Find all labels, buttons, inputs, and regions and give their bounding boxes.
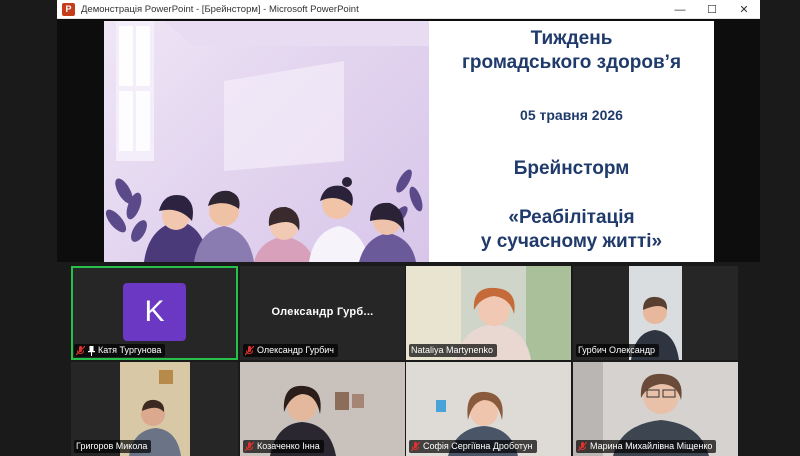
window-title: Демонстрація PowerPoint - [Брейнсторм] -…	[81, 3, 359, 15]
pin-icon	[88, 345, 95, 356]
mic-muted-icon	[245, 345, 254, 355]
slide-text-block: Тиждень громадського здоров’я 05 травня …	[429, 21, 714, 262]
window-controls: — ☐ ✕	[664, 0, 760, 19]
people-illustration	[105, 21, 429, 262]
slide-topic-line1: «Реабілітація	[508, 207, 635, 228]
participant-name: Гурбич Олександр	[578, 345, 655, 355]
participant-tile[interactable]: K Катя Тургунова	[71, 266, 238, 360]
participant-name-tag: Марина Михайлівна Міщенко	[576, 440, 717, 453]
participant-name-tag: Катя Тургунова	[74, 344, 166, 357]
slide-heading: Брейнсторм	[513, 158, 630, 179]
meeting-window: P Демонстрація PowerPoint - [Брейнсторм]…	[0, 0, 800, 456]
participant-name: Григоров Микола	[76, 441, 148, 451]
participant-name-tag: Гурбич Олександр	[576, 344, 659, 357]
participant-name: Катя Тургунова	[98, 345, 162, 355]
slide-title-line2: громадського здоров’я	[461, 52, 682, 73]
participant-display-name: Олександр Гурб...	[271, 306, 374, 318]
participant-name: Олександр Гурбич	[257, 345, 334, 355]
participant-name: Марина Михайлівна Міщенко	[590, 441, 713, 451]
mic-muted-icon	[411, 441, 420, 451]
presentation-slide: Тиждень громадського здоров’я 05 травня …	[104, 21, 714, 262]
close-button[interactable]: ✕	[728, 0, 760, 19]
participant-name: Софія Сергіївна Дроботун	[423, 441, 533, 451]
participant-tile[interactable]: Григоров Микола	[71, 362, 238, 456]
ppt-titlebar: P Демонстрація PowerPoint - [Брейнсторм]…	[57, 0, 760, 19]
slide-title-line1: Тиждень	[530, 28, 613, 49]
avatar: K	[123, 283, 186, 341]
participant-name-tag: Олександр Гурбич	[243, 344, 338, 357]
participant-name-tag: Козаченко Інна	[243, 440, 324, 453]
participant-tile[interactable]: Гурбич Олександр	[573, 266, 738, 360]
slide-topic-line2: у сучасному житті»	[480, 231, 663, 252]
participant-tile[interactable]: Софія Сергіївна Дроботун	[406, 362, 571, 456]
participant-name: Nataliya Martynenko	[411, 345, 494, 355]
participant-tile[interactable]: Nataliya Martynenko	[406, 266, 571, 360]
participant-tile[interactable]: Козаченко Інна	[240, 362, 405, 456]
participant-name: Козаченко Інна	[257, 441, 320, 451]
mic-muted-icon	[76, 345, 85, 355]
mic-muted-icon	[578, 441, 587, 451]
participant-name-tag: Nataliya Martynenko	[409, 344, 498, 357]
maximize-button[interactable]: ☐	[696, 0, 728, 19]
participant-name-tag: Софія Сергіївна Дроботун	[409, 440, 537, 453]
participant-tile[interactable]: Марина Михайлівна Міщенко	[573, 362, 738, 456]
mic-muted-icon	[245, 441, 254, 451]
slide-illustration	[104, 21, 429, 262]
shared-screen: P Демонстрація PowerPoint - [Брейнсторм]…	[57, 0, 760, 262]
participant-tile[interactable]: Олександр Гурб... Олександр Гурбич	[240, 266, 405, 360]
minimize-button[interactable]: —	[664, 0, 696, 19]
participant-name-tag: Григоров Микола	[74, 440, 152, 453]
powerpoint-icon: P	[62, 2, 75, 16]
slide-date: 05 травня 2026	[520, 107, 623, 123]
